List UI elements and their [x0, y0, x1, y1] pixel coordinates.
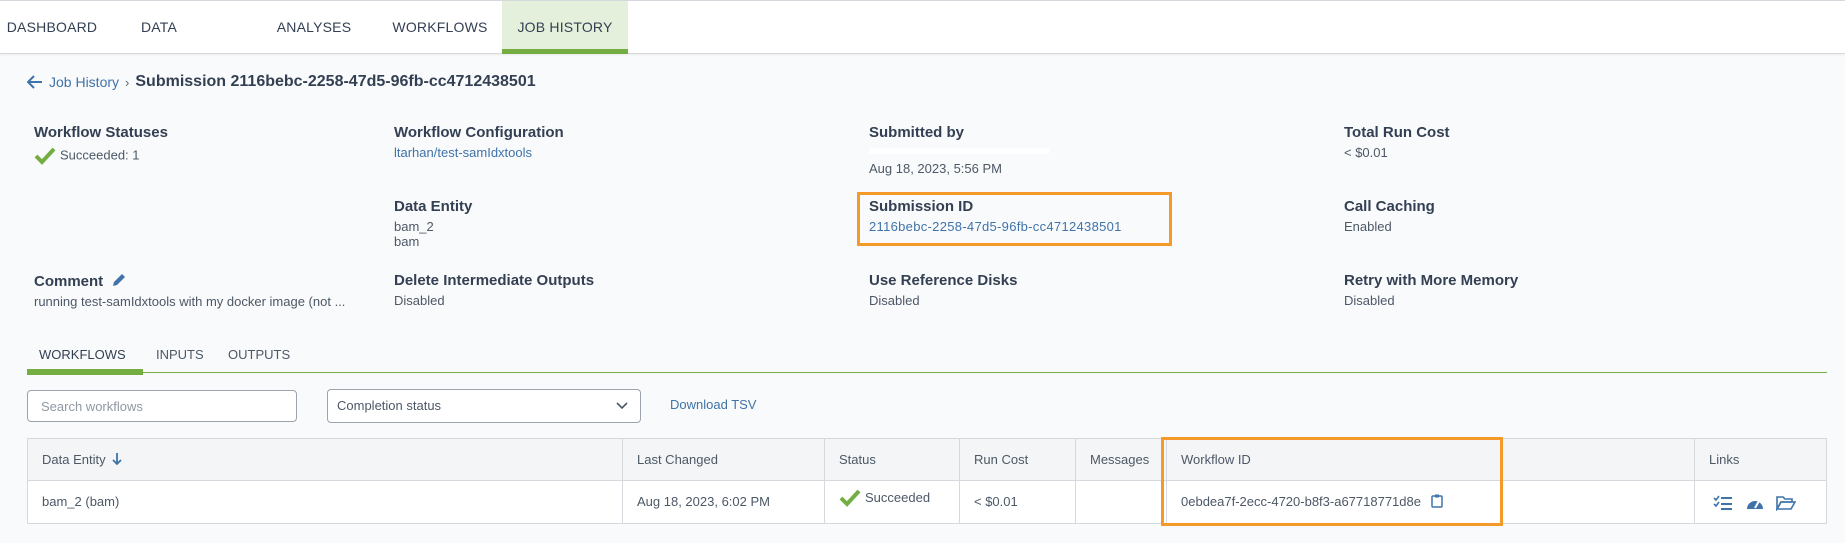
column-header-data-entity[interactable]: Data Entity	[28, 439, 623, 481]
job-history-link[interactable]: Job History	[49, 74, 119, 90]
submission-id-label: Submission ID	[869, 198, 974, 215]
comment: Comment running test-samIdxtools with my…	[34, 272, 345, 309]
cell-data-entity: bam_2 (bam)	[28, 481, 623, 523]
cell-status: Succeeded	[825, 481, 960, 523]
column-header-links: Links	[1709, 452, 1740, 467]
tab-inputs[interactable]: INPUTS	[156, 347, 204, 373]
task-list-icon[interactable]	[1713, 495, 1733, 511]
sort-down-icon[interactable]	[112, 452, 122, 466]
data-entity: Data Entity bam_2 bam	[394, 198, 472, 249]
submission-id-link[interactable]: 2116bebc-2258-47d5-96fb-cc4712438501	[869, 219, 1122, 234]
pencil-icon[interactable]	[111, 272, 127, 288]
total-run-cost-label: Total Run Cost	[1344, 124, 1450, 141]
submission-subtabs: WORKFLOWS INPUTS OUTPUTS	[27, 347, 1827, 375]
back-arrow-icon[interactable]	[27, 75, 43, 89]
workflow-statuses: Workflow Statuses Succeeded: 1	[34, 124, 168, 165]
column-header-run-cost[interactable]: Run Cost	[960, 439, 1076, 481]
column-header-last-changed[interactable]: Last Changed	[623, 439, 825, 481]
cell-run-cost: < $0.01	[960, 481, 1076, 523]
tab-outputs[interactable]: OUTPUTS	[228, 347, 290, 373]
submitted-by-date: Aug 18, 2023, 5:56 PM	[869, 161, 1002, 176]
submitted-by: Submitted by Aug 18, 2023, 5:56 PM	[869, 124, 1049, 176]
top-navigation: DASHBOARD DATA ANALYSES WORKFLOWS JOB HI…	[0, 0, 1845, 54]
tab-workflows[interactable]: WORKFLOWS	[27, 347, 143, 375]
dashboard-icon[interactable]	[1745, 495, 1765, 511]
retry-with-more-memory-label: Retry with More Memory	[1344, 272, 1519, 289]
submitted-by-redacted	[869, 148, 1049, 154]
data-entity-value-name: bam_2	[394, 219, 434, 234]
comment-label: Comment	[34, 273, 104, 290]
call-caching-label: Call Caching	[1344, 198, 1435, 215]
total-run-cost-value: < $0.01	[1344, 145, 1388, 160]
call-caching-value: Enabled	[1344, 219, 1392, 234]
nav-tab-dashboard[interactable]: DASHBOARD	[0, 1, 104, 54]
workflows-table: Data Entity Last Changed Status Run Cost…	[27, 438, 1827, 524]
use-reference-disks-value: Disabled	[869, 293, 920, 308]
folder-open-icon[interactable]	[1776, 495, 1797, 511]
search-workflows-input[interactable]	[27, 390, 297, 422]
submitted-by-label: Submitted by	[869, 124, 965, 141]
page-title: Submission 2116bebc-2258-47d5-96fb-cc471…	[135, 73, 536, 90]
nav-tab-job-history[interactable]: JOB HISTORY	[502, 1, 628, 54]
call-caching: Call Caching Enabled	[1344, 198, 1435, 234]
retry-with-more-memory: Retry with More Memory Disabled	[1344, 272, 1518, 308]
cell-last-changed: Aug 18, 2023, 6:02 PM	[623, 481, 825, 523]
checkmark-icon	[839, 489, 861, 507]
chevron-down-icon	[616, 402, 628, 410]
breadcrumb: Job History › Submission 2116bebc-2258-4…	[27, 72, 536, 92]
checkmark-icon	[34, 147, 56, 165]
cell-messages	[1076, 481, 1167, 523]
status-text: Succeeded	[865, 490, 931, 505]
workflow-configuration-label: Workflow Configuration	[394, 124, 564, 141]
data-entity-value-type: bam	[394, 234, 420, 249]
delete-intermediate-outputs-value: Disabled	[394, 293, 445, 308]
download-tsv-link[interactable]: Download TSV	[670, 397, 756, 412]
use-reference-disks: Use Reference Disks Disabled	[869, 272, 1017, 308]
workflow-statuses-label: Workflow Statuses	[34, 124, 168, 141]
completion-status-value: Completion status	[337, 398, 442, 413]
total-run-cost: Total Run Cost < $0.01	[1344, 124, 1450, 160]
completion-status-select[interactable]: Completion status	[327, 389, 641, 423]
delete-intermediate-outputs-label: Delete Intermediate Outputs	[394, 272, 595, 289]
workflow-configuration: Workflow Configuration ltarhan/test-samI…	[394, 124, 564, 160]
data-entity-label: Data Entity	[394, 198, 473, 215]
breadcrumb-separator: ›	[125, 74, 130, 90]
use-reference-disks-label: Use Reference Disks	[869, 272, 1018, 289]
cell-links	[1695, 481, 1828, 523]
workflow-id-highlight	[1161, 437, 1503, 526]
nav-tab-analyses[interactable]: ANALYSES	[266, 1, 362, 54]
retry-with-more-memory-value: Disabled	[1344, 293, 1395, 308]
workflow-configuration-link[interactable]: ltarhan/test-samIdxtools	[394, 145, 564, 160]
nav-tab-workflows[interactable]: WORKFLOWS	[385, 1, 495, 54]
table-header: Data Entity Last Changed Status Run Cost…	[28, 439, 1826, 481]
delete-intermediate-outputs: Delete Intermediate Outputs Disabled	[394, 272, 594, 308]
nav-tab-data[interactable]: DATA	[119, 1, 199, 54]
workflow-statuses-value: Succeeded: 1	[60, 147, 140, 163]
submission-id: Submission ID 2116bebc-2258-47d5-96fb-cc…	[869, 198, 1122, 234]
column-header-messages[interactable]: Messages	[1076, 439, 1167, 481]
column-header-status[interactable]: Status	[825, 439, 960, 481]
comment-value: running test-samIdxtools with my docker …	[34, 294, 346, 309]
